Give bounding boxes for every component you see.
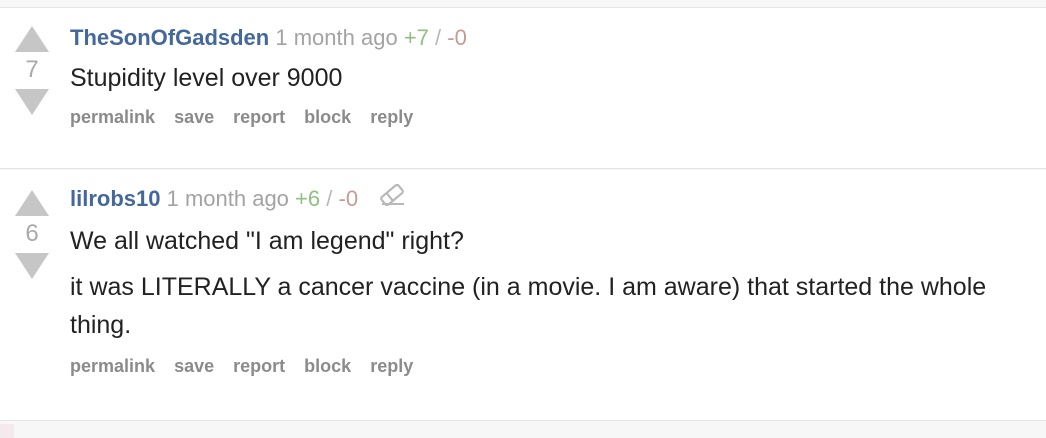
comment-text: Stupidity level over 9000 <box>70 64 343 92</box>
vote-column: 6 <box>15 190 49 279</box>
comment-time: 1 month ago <box>275 25 398 50</box>
upvote-count: +6 <box>295 186 321 211</box>
comment: 6 lilrobs10 1 month ago +6 / -0 We all w… <box>0 170 1046 421</box>
comment-tagline: lilrobs10 1 month ago +6 / -0 <box>70 184 1026 214</box>
comment-score: 7 <box>25 56 39 83</box>
reply-link[interactable]: reply <box>370 107 413 127</box>
report-link[interactable]: report <box>233 107 285 127</box>
save-link[interactable]: save <box>174 356 214 376</box>
downvote-arrow-icon[interactable] <box>15 89 49 115</box>
reply-link[interactable]: reply <box>370 356 413 376</box>
comment-score: 6 <box>25 220 39 247</box>
vote-column: 7 <box>15 26 49 115</box>
downvote-count: -0 <box>447 25 467 50</box>
comment-tagline: TheSonOfGadsden 1 month ago +7 / -0 <box>70 25 1026 51</box>
comment: 7 TheSonOfGadsden 1 month ago +7 / -0 St… <box>0 8 1046 169</box>
comment-author[interactable]: TheSonOfGadsden <box>70 25 269 50</box>
downvote-arrow-icon[interactable] <box>15 253 49 279</box>
comment-author[interactable]: lilrobs10 <box>70 186 160 211</box>
upvote-arrow-icon[interactable] <box>15 190 49 216</box>
upvote-arrow-icon[interactable] <box>15 26 49 52</box>
comment-thread: 7 TheSonOfGadsden 1 month ago +7 / -0 St… <box>0 0 1046 438</box>
upvote-count: +7 <box>403 25 429 50</box>
save-link[interactable]: save <box>174 107 214 127</box>
eraser-icon[interactable] <box>378 184 406 212</box>
comment-time: 1 month ago <box>166 186 289 211</box>
permalink-link[interactable]: permalink <box>70 107 155 127</box>
comment-actions: permalink save report block reply <box>70 356 1026 377</box>
comment-actions: permalink save report block reply <box>70 107 1026 128</box>
comment-body: TheSonOfGadsden 1 month ago +7 / -0 Stup… <box>70 25 1026 128</box>
comment-text: We all watched "I am legend" right? <box>70 227 464 256</box>
comment-text: it was LITERALLY a cancer vaccine (in a … <box>70 273 987 340</box>
block-link[interactable]: block <box>304 107 351 127</box>
decorative-corner <box>0 424 14 438</box>
comment-body: lilrobs10 1 month ago +6 / -0 We all wat… <box>70 184 1026 377</box>
permalink-link[interactable]: permalink <box>70 356 155 376</box>
block-link[interactable]: block <box>304 356 351 376</box>
report-link[interactable]: report <box>233 356 285 376</box>
vote-separator: / <box>435 25 442 50</box>
downvote-count: -0 <box>338 186 359 211</box>
vote-separator: / <box>326 186 333 211</box>
